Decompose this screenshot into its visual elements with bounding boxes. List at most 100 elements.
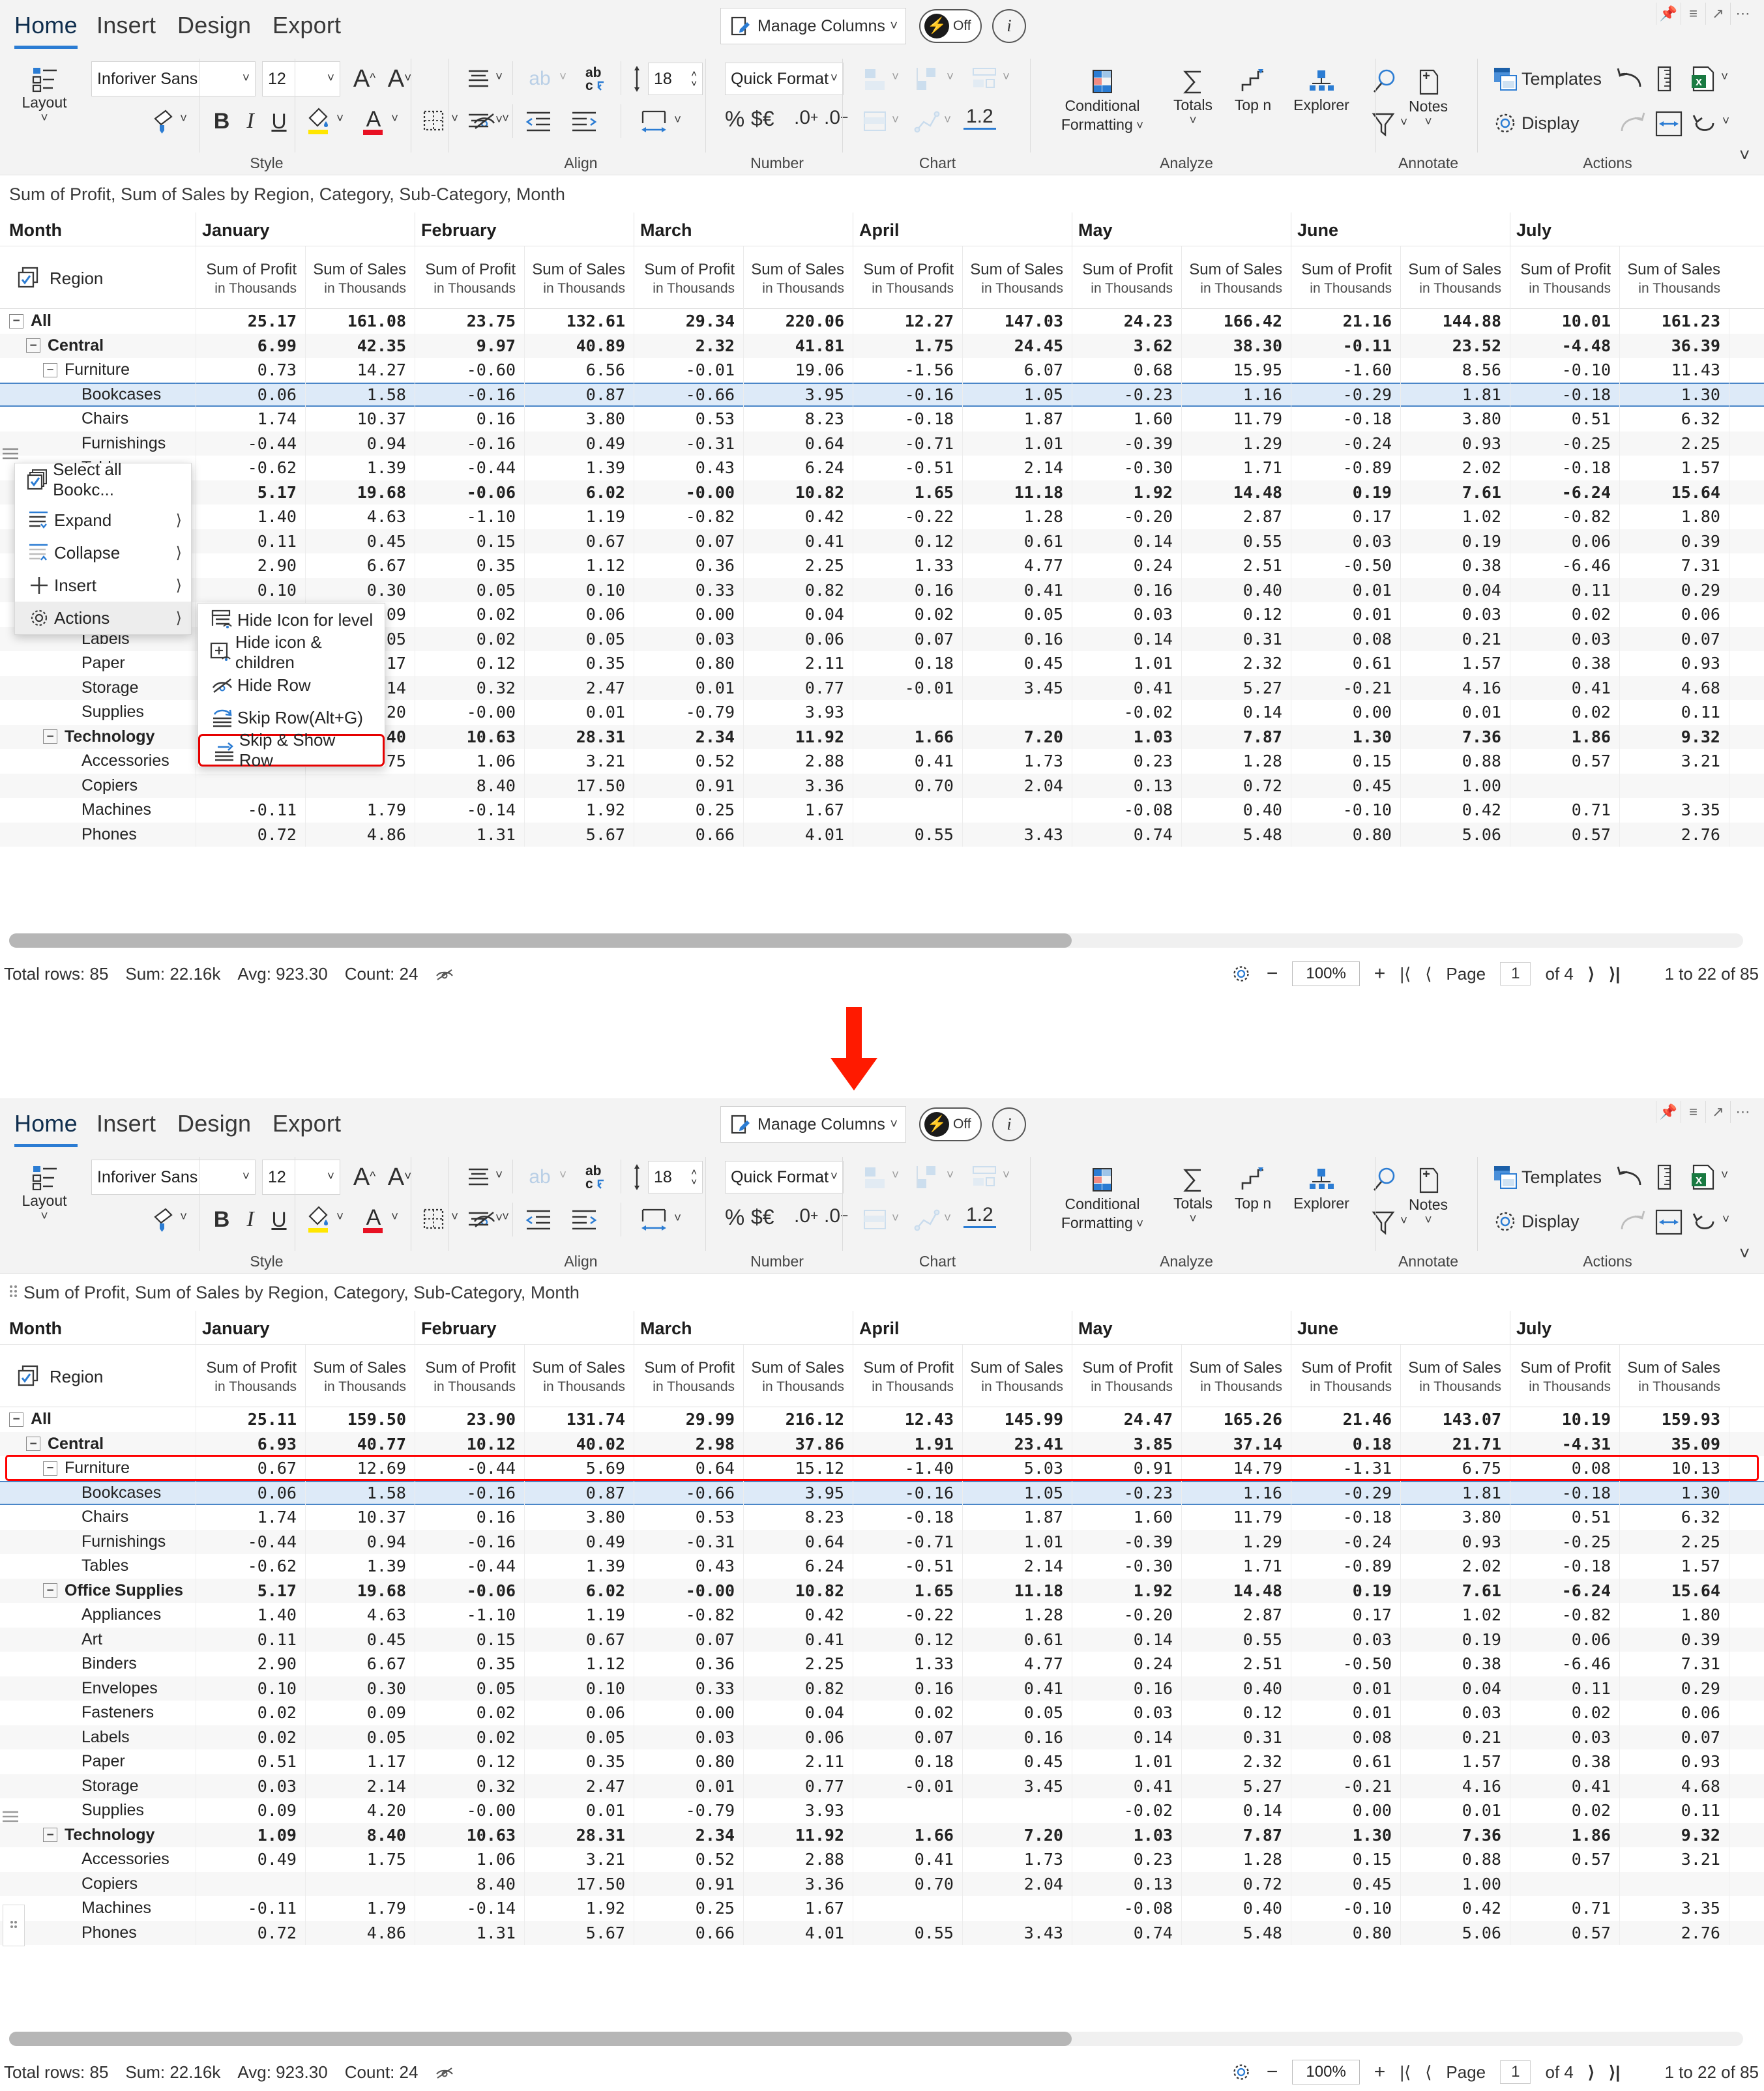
data-cell[interactable]: 0.67 — [196, 1456, 305, 1481]
first-page-button[interactable]: |⟨ — [1400, 2062, 1411, 2083]
data-cell[interactable]: 2.88 — [743, 1847, 853, 1872]
data-cell[interactable]: 5.67 — [524, 1921, 634, 1946]
data-cell[interactable]: 0.45 — [1291, 774, 1400, 798]
menu-item-hide-row[interactable]: Hide Row — [198, 669, 385, 701]
measure-header[interactable]: Sum of Profit in Thousands — [196, 1359, 297, 1395]
data-cell[interactable]: 1.09 — [196, 1823, 305, 1848]
number-formatting-button[interactable]: 1.2 — [963, 1204, 996, 1228]
data-cell[interactable]: 0.55 — [1181, 529, 1291, 554]
data-cell[interactable]: -0.30 — [1072, 1554, 1181, 1579]
data-cell[interactable]: 8.40 — [305, 1823, 415, 1848]
data-cell[interactable]: 2.90 — [196, 1652, 305, 1676]
data-cell[interactable]: 0.15 — [415, 529, 524, 554]
measure-header[interactable]: Sum of Profit in Thousands — [634, 1359, 735, 1395]
data-cell[interactable]: 1.67 — [743, 1896, 853, 1921]
data-cell[interactable]: 3.21 — [1619, 1847, 1729, 1872]
data-cell[interactable]: 2.98 — [634, 1432, 743, 1457]
data-cell[interactable]: 24.23 — [1072, 309, 1181, 334]
data-cell[interactable]: 0.05 — [524, 627, 634, 652]
collapse-ribbon-icon[interactable]: ˅ — [1739, 1243, 1750, 1264]
table-row[interactable]: Bookcases 0.06 1.58 -0.16 0.87 -0.66 3.95 -0.16… — [0, 382, 1764, 407]
data-cell[interactable]: 0.64 — [743, 1530, 853, 1555]
data-cell[interactable]: 0.06 — [1619, 602, 1729, 627]
layout-button[interactable]: Layout ˅ — [7, 1162, 82, 1224]
data-cell[interactable]: 0.61 — [962, 529, 1072, 554]
data-cell[interactable]: 2.47 — [524, 1774, 634, 1799]
data-cell[interactable]: 1.03 — [1072, 725, 1181, 750]
data-cell[interactable]: -0.44 — [415, 1554, 524, 1579]
row-label-cell[interactable]: Labels — [0, 1725, 196, 1750]
table-row[interactable]: Envelopes0.100.300.050.100.330.820.160.4… — [0, 1676, 1764, 1701]
data-cell[interactable]: 0.57 — [1510, 823, 1619, 847]
data-cell[interactable]: 1.86 — [1510, 725, 1619, 750]
row-label-cell[interactable]: Paper — [0, 651, 196, 676]
data-cell[interactable]: -0.20 — [1072, 504, 1181, 529]
row-label-cell[interactable]: Machines — [0, 1896, 196, 1921]
data-cell[interactable]: 1.30 — [1291, 1823, 1400, 1848]
data-cell[interactable]: 0.02 — [415, 1725, 524, 1750]
month-header[interactable]: March — [640, 220, 692, 241]
data-cell[interactable]: 7.87 — [1181, 725, 1291, 750]
data-cell[interactable]: 0.25 — [634, 798, 743, 823]
table-row[interactable]: − Furniture 0.73 14.27 -0.60 6.56 -0.01 19.06 -1… — [0, 358, 1764, 383]
measure-header[interactable]: Sum of Profit in Thousands — [415, 1359, 516, 1395]
data-cell[interactable]: 0.05 — [962, 1701, 1072, 1725]
data-cell[interactable]: 0.43 — [634, 1554, 743, 1579]
data-cell[interactable]: 0.30 — [305, 578, 415, 603]
data-cell[interactable]: 0.24 — [1072, 553, 1181, 578]
data-cell[interactable]: 1.67 — [743, 798, 853, 823]
row-label-cell[interactable]: Envelopes — [0, 1676, 196, 1701]
chevron-down-icon[interactable]: ˅ — [1721, 1169, 1728, 1183]
data-cell[interactable]: 0.29 — [1619, 578, 1729, 603]
chevron-down-icon[interactable]: ˅ — [947, 70, 954, 85]
chevron-down-icon[interactable]: ˅ — [1189, 1212, 1196, 1227]
scrollbar-thumb[interactable] — [9, 2032, 1072, 2046]
actions-submenu[interactable]: Hide Icon for level Hide icon & children H… — [198, 603, 385, 770]
data-cell[interactable]: 0.07 — [1619, 627, 1729, 652]
data-cell[interactable]: 0.45 — [962, 1749, 1072, 1774]
data-cell[interactable]: 2.25 — [1619, 1530, 1729, 1555]
data-cell[interactable]: 10.12 — [415, 1432, 524, 1457]
page-number-input[interactable]: 1 — [1500, 2060, 1531, 2084]
data-cell[interactable]: 3.21 — [524, 749, 634, 774]
data-cell[interactable]: 0.12 — [415, 651, 524, 676]
data-cell[interactable]: 0.57 — [1510, 1847, 1619, 1872]
data-cell[interactable]: 0.51 — [1510, 407, 1619, 431]
data-cell[interactable]: 1.39 — [524, 456, 634, 480]
data-cell[interactable]: 0.93 — [1619, 651, 1729, 676]
bar-chart-button[interactable] — [859, 64, 890, 94]
refresh-icon[interactable] — [1690, 1206, 1720, 1238]
measure-header[interactable]: Sum of Sales in Thousands — [1619, 1359, 1720, 1395]
data-cell[interactable]: 0.00 — [1291, 1798, 1400, 1823]
data-cell[interactable]: 144.88 — [1400, 309, 1510, 334]
collapse-expander-icon[interactable]: − — [9, 314, 23, 329]
measure-header[interactable]: Sum of Sales in Thousands — [1181, 1359, 1282, 1395]
data-cell[interactable]: 0.30 — [305, 1676, 415, 1701]
data-cell[interactable]: 1.92 — [524, 1896, 634, 1921]
data-cell[interactable]: 6.02 — [524, 480, 634, 505]
table-row[interactable]: Furnishings -0.44 0.94 -0.16 0.49 -0.31 0.64 -0… — [0, 431, 1764, 456]
data-cell[interactable]: 1.31 — [415, 1921, 524, 1946]
data-cell[interactable]: -0.16 — [853, 1482, 962, 1504]
data-cell[interactable]: 23.75 — [415, 309, 524, 334]
table-row[interactable]: Machines -0.11 1.79 -0.14 1.92 0.25 1.67 -0.08 0… — [0, 798, 1764, 823]
row-label-cell[interactable]: Accessories — [0, 749, 196, 774]
table-row[interactable]: Supplies0.094.20-0.000.01-0.793.93-0.020… — [0, 1798, 1764, 1823]
data-cell[interactable]: 0.07 — [853, 627, 962, 652]
data-cell[interactable]: 0.51 — [1510, 1505, 1619, 1530]
templates-icon[interactable] — [1490, 1162, 1520, 1192]
data-cell[interactable]: 3.93 — [743, 700, 853, 725]
data-cell[interactable]: 7.31 — [1619, 553, 1729, 578]
layout-button[interactable]: Layout ˅ — [7, 64, 82, 126]
data-cell[interactable]: -0.21 — [1291, 676, 1400, 701]
data-cell[interactable]: 1.39 — [524, 1554, 634, 1579]
data-cell[interactable]: 0.03 — [634, 1725, 743, 1750]
variance-chart-button[interactable] — [967, 64, 1001, 94]
font-size-dropdown[interactable]: 12 ˅ — [262, 61, 340, 96]
display-settings-gear-icon[interactable] — [1230, 963, 1252, 985]
horizontal-align-button[interactable] — [463, 107, 494, 137]
data-cell[interactable]: 3.43 — [962, 1921, 1072, 1946]
data-cell[interactable]: 0.41 — [853, 1847, 962, 1872]
data-cell[interactable]: 161.23 — [1619, 309, 1729, 334]
data-cell[interactable]: 1.28 — [962, 504, 1072, 529]
